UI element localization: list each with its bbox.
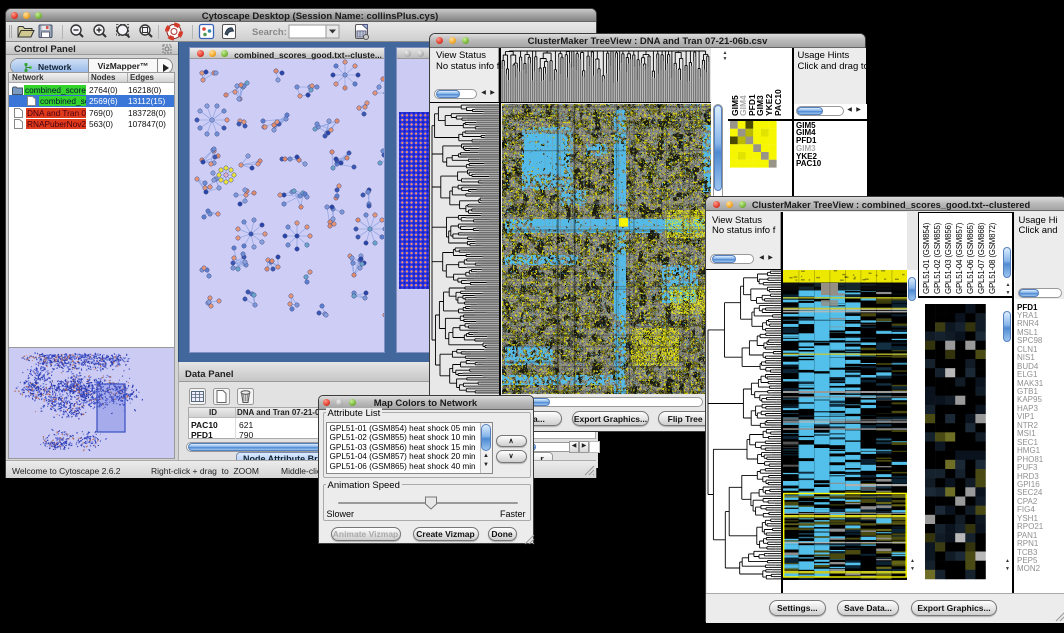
svg-text:Search:: Search:	[252, 27, 287, 38]
